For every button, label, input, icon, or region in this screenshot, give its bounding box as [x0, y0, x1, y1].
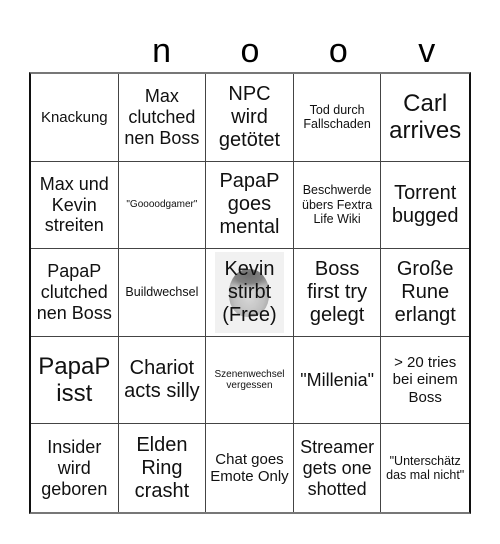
bingo-cell[interactable]: "Millenia" — [293, 336, 382, 425]
bingo-cell[interactable]: PapaP goes mental — [206, 161, 294, 250]
bingo-cell[interactable]: "Unterschätz das mal nicht" — [381, 424, 469, 512]
bingo-cell-label: Kevin stirbt (Free) — [222, 257, 277, 326]
header-letter-4: o — [328, 32, 348, 70]
bingo-cell[interactable]: Max und Kevin streiten — [31, 161, 119, 250]
bingo-cell[interactable]: PapaP isst — [31, 336, 119, 425]
bingo-cell-label: Buildwechsel — [125, 285, 199, 300]
header-letter-3: o — [240, 32, 260, 70]
bingo-cell[interactable]: Insider wird geboren — [31, 424, 119, 512]
bingo-cell-label: "Goooodgamer" — [126, 199, 198, 211]
bingo-cell-label: Torrent bugged — [391, 181, 459, 227]
bingo-cell-label: "Unterschätz das mal nicht" — [386, 453, 465, 483]
bingo-cell-label: NPC wird getötet — [218, 82, 281, 151]
bingo-cell[interactable]: Szenenwechsel vergessen — [206, 336, 294, 425]
bingo-cell-label: Max und Kevin streiten — [39, 173, 109, 236]
bingo-cell[interactable]: Chariot acts silly — [118, 336, 207, 425]
bingo-cell[interactable]: > 20 tries bei einem Boss — [381, 337, 469, 425]
bingo-cell[interactable]: Carl arrives — [381, 74, 469, 162]
bingo-cell-label: > 20 tries bei einem Boss — [392, 354, 458, 406]
bingo-cell-label: Carl arrives — [389, 89, 462, 145]
bingo-cell-label: Boss first try gelegt — [307, 257, 368, 326]
bingo-header: n o o v — [29, 30, 471, 72]
bingo-cell[interactable]: Chat goes Emote Only — [206, 424, 294, 512]
bingo-cell[interactable]: Große Rune erlangt — [381, 249, 469, 337]
bingo-cell-label: PapaP clutched nen Boss — [36, 261, 112, 323]
bingo-cell-label: Tod durch Fallschaden — [303, 102, 371, 132]
bingo-cell-label: PapaP isst — [38, 352, 111, 408]
bingo-cell-label: Elden Ring crasht — [134, 433, 190, 502]
bingo-cell[interactable]: Boss first try gelegt — [293, 249, 382, 337]
bingo-cell[interactable]: NPC wird getötet — [206, 74, 294, 162]
bingo-board: Knackung Max clutched nen Boss NPC wird ge… — [29, 72, 471, 514]
bingo-cell-label: Streamer gets one shotted — [300, 437, 375, 499]
bingo-cell-free[interactable]: Kevin stirbt (Free) — [206, 249, 294, 337]
bingo-cell-label: Chat goes Emote Only — [210, 450, 289, 486]
bingo-cell[interactable]: Knackung — [31, 74, 119, 162]
bingo-cell-label: Große Rune erlangt — [394, 257, 456, 326]
header-letter-2: n — [152, 32, 172, 70]
header-letter-1 — [29, 30, 117, 72]
bingo-cell[interactable]: Buildwechsel — [118, 249, 207, 337]
bingo-cell[interactable]: Beschwerde übers Fextra Life Wiki — [293, 161, 382, 250]
bingo-cell[interactable]: PapaP clutched nen Boss — [31, 249, 119, 337]
bingo-cell-label: Chariot acts silly — [124, 357, 200, 403]
bingo-cell-label: PapaP goes mental — [219, 170, 280, 239]
bingo-cell-label: "Millenia" — [300, 369, 374, 390]
header-letter-5: v — [418, 32, 436, 70]
bingo-cell[interactable]: Max clutched nen Boss — [118, 74, 207, 162]
bingo-cell[interactable]: Tod durch Fallschaden — [293, 74, 382, 162]
bingo-cell-label: Knackung — [40, 108, 108, 126]
bingo-cell-label: Insider wird geboren — [41, 437, 108, 499]
bingo-cell-label: Szenenwechsel vergessen — [214, 368, 285, 392]
bingo-cell[interactable]: Torrent bugged — [381, 162, 469, 250]
bingo-cell[interactable]: Elden Ring crasht — [119, 424, 207, 512]
bingo-cell-label: Beschwerde übers Fextra Life Wiki — [302, 183, 373, 227]
bingo-cell-label: Max clutched nen Boss — [124, 86, 200, 148]
bingo-cell[interactable]: "Goooodgamer" — [118, 161, 207, 250]
bingo-cell[interactable]: Streamer gets one shotted — [294, 424, 382, 512]
